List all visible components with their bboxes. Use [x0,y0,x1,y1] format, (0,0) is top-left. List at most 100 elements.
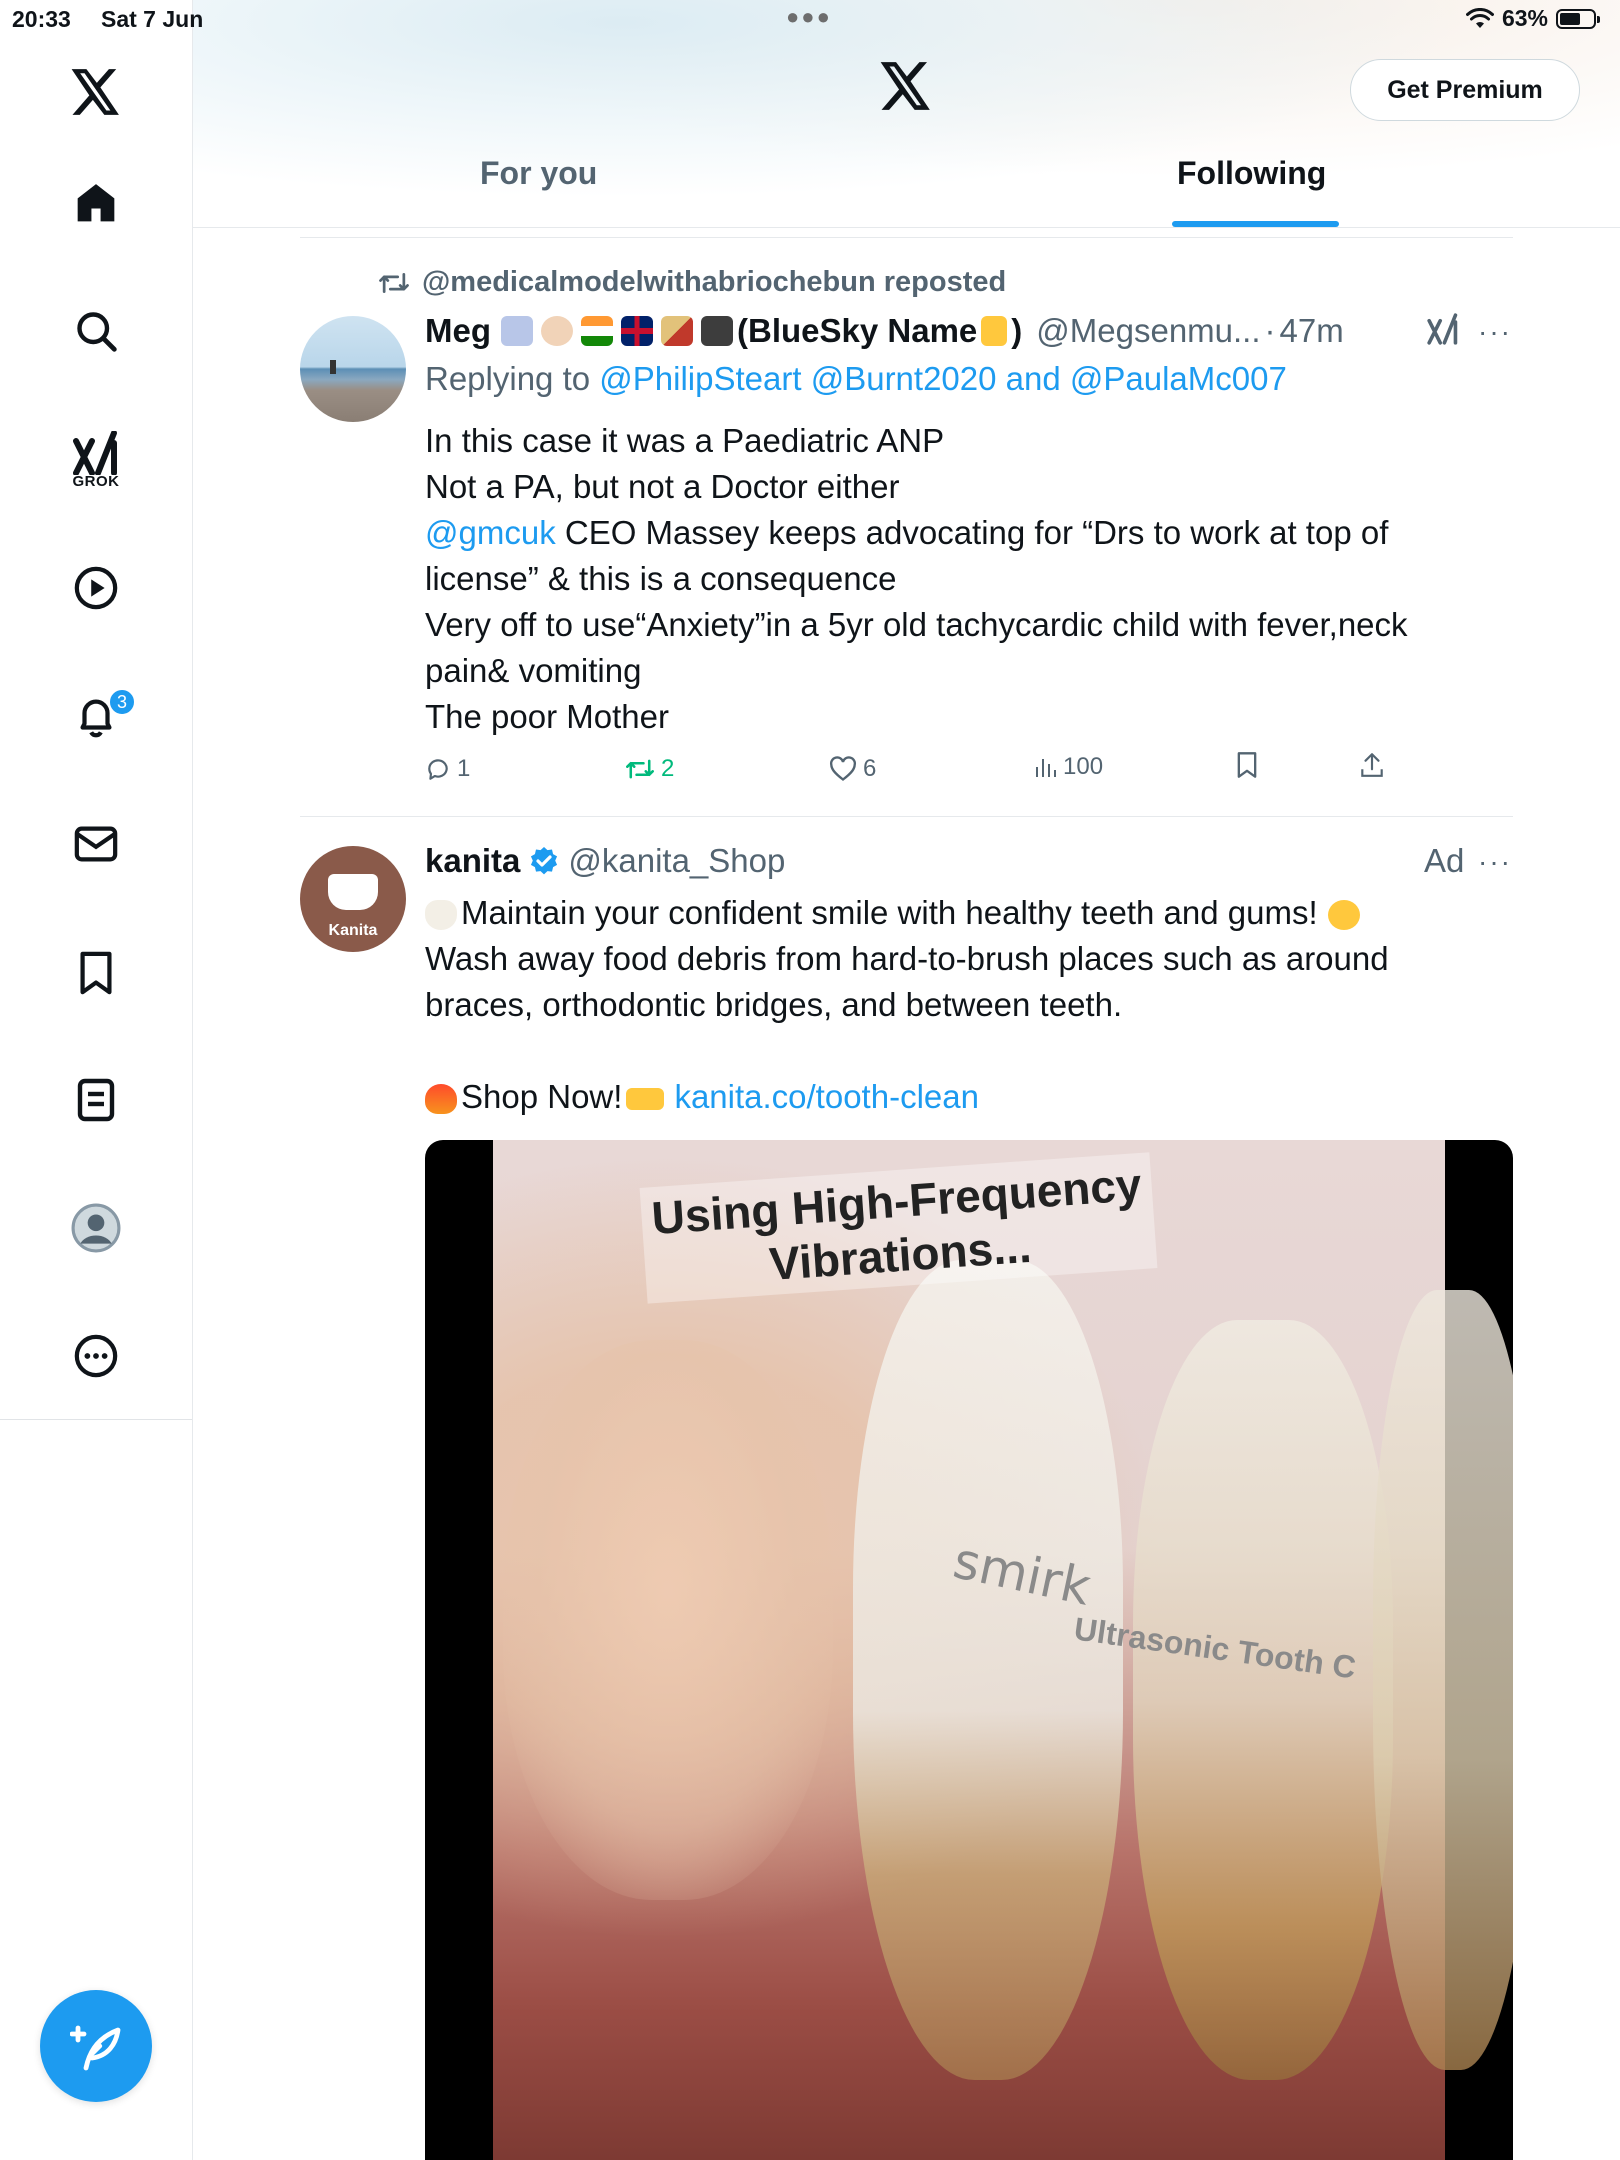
mail-icon [74,826,118,862]
repost-icon [626,759,654,779]
grin-emoji-icon [1327,900,1360,931]
x-logo-icon [880,62,930,110]
author-handle[interactable]: @Megsenmu... [1036,312,1260,350]
fire-emoji-icon [425,1084,457,1115]
feed-divider [300,237,1513,238]
x-logo[interactable] [880,62,932,115]
author-name[interactable]: kanita [425,842,520,880]
sidebar-divider [0,1419,192,1420]
doctor-emoji-icon [541,316,573,346]
avatar-cup-icon [328,874,378,910]
separator-dot: · [1264,312,1276,349]
sidebar: GROK 3 [0,0,193,2160]
repost-icon [379,272,409,293]
author-name[interactable]: Meg [425,312,491,350]
battery-icon [1556,8,1600,29]
bookmark-icon [80,951,112,995]
tweet-line: Very off to use“Anxiety”in a 5yr old tac… [425,606,1408,643]
more-circle-icon [74,1334,118,1378]
sidebar-item-notifications[interactable]: 3 [46,676,146,756]
face-image [503,1340,833,1900]
tweet-line: braces, orthodontic bridges, and between… [425,986,1123,1023]
sidebar-item-video[interactable] [46,548,146,628]
battery-percent: 63% [1501,5,1548,31]
sidebar-x-logo[interactable] [46,52,146,132]
sidebar-item-home[interactable] [46,163,146,243]
sidebar-item-lists[interactable] [46,1060,146,1140]
status-time: 20:33 [12,6,71,32]
video-frame: Using High-Frequency Vibrations... smirk… [493,1140,1513,2160]
reply-icon [428,759,448,780]
repost-context: @medicalmodelwithabriochebun reposted [378,266,1006,299]
mention-link[interactable]: @gmcuk [425,514,556,551]
sidebar-item-search[interactable] [46,291,146,371]
like-button[interactable]: 6 [829,755,876,783]
tweet-more-icon[interactable]: ··· [1478,316,1512,348]
tab-for-you[interactable]: For you [480,155,597,192]
avatar-figure [330,360,336,374]
sidebar-item-bookmarks[interactable] [46,933,146,1013]
battery-level [1560,12,1580,25]
status-date: Sat 7 Jun [101,6,204,32]
grok-icon [1427,313,1458,345]
author-name-end: ) [1011,312,1023,349]
x-logo-icon [71,69,119,115]
wifi-icon [1465,7,1494,28]
sidebar-item-more[interactable] [46,1316,146,1396]
sidebar-item-profile[interactable] [46,1188,146,1268]
tweet-time[interactable]: 47m [1280,312,1344,350]
get-premium-button[interactable]: Get Premium [1350,59,1580,121]
tweet-line-text: CEO Massey keeps advocating for “Drs to … [555,514,1389,551]
author-handle[interactable]: @kanita_Shop [568,842,785,880]
tweet-body: In this case it was a Paediatric ANP Not… [425,418,1408,740]
tweet-more-icon[interactable]: ··· [1478,846,1512,878]
repost-count: 2 [661,755,675,782]
cricket-emoji-icon [661,316,693,346]
ad-video[interactable]: Using High-Frequency Vibrations... smirk… [425,1140,1513,2160]
replying-to-handles[interactable]: @PhilipSteart @Burnt2020 and @PaulaMc007 [599,360,1287,397]
ad-label: Ad [1424,842,1465,879]
avatar-kanita[interactable]: Kanita [300,846,406,952]
avatar-meg[interactable] [300,316,406,422]
like-count: 6 [863,755,877,782]
tooth-image [1133,1320,1393,2080]
reply-count: 1 [457,755,471,782]
views-button[interactable]: 100 [1033,753,1103,781]
share-button[interactable] [1359,751,1385,779]
tab-following[interactable]: Following [1177,155,1326,192]
tooth-image [1373,1290,1513,2070]
compose-post-button[interactable] [40,1990,152,2102]
multitasking-dots-icon[interactable]: ●●● [786,4,832,30]
replying-to: Replying to @PhilipSteart @Burnt2020 and… [425,360,1287,398]
shop-link[interactable]: kanita.co/tooth-clean [674,1078,979,1115]
views-count: 100 [1063,753,1104,780]
bookmark-button[interactable] [1235,751,1259,779]
repost-button[interactable]: 2 [625,755,674,783]
play-icon [74,566,118,610]
tweet-body: Maintain your confident smile with healt… [425,890,1389,1120]
compose-feather-icon [70,2025,121,2071]
tooth-image [853,1260,1123,2080]
tweet-line: Shop Now! kanita.co/tooth-clean [425,1074,1389,1120]
author-name-suffix[interactable]: (BlueSky Name [737,312,977,350]
tweet-line: pain& vomiting [425,652,642,689]
home-icon [77,184,115,222]
replying-label: Replying to [425,360,591,397]
views-chart-icon [1036,759,1056,777]
search-icon [77,312,117,352]
uk-flag-icon [621,316,653,346]
reply-button[interactable]: 1 [425,755,470,783]
pointing-right-emoji-icon [626,1088,665,1111]
grok-explain-button[interactable] [1425,313,1461,350]
sidebar-item-grok[interactable]: GROK [46,420,146,500]
tooth-emoji-icon [425,900,457,931]
notifications-badge: 3 [108,688,136,716]
tweet-line: @gmcuk CEO Massey keeps advocating for “… [425,510,1408,556]
list-icon [77,1078,115,1122]
tweet-line-text: Maintain your confident smile with healt… [461,894,1318,931]
family-emoji-icon [501,316,533,346]
tweet-actions: 1 2 6 100 [425,752,1385,795]
avatar-text: Kanita [328,922,378,939]
verified-badge-icon [531,847,558,875]
sidebar-item-messages[interactable] [46,804,146,884]
